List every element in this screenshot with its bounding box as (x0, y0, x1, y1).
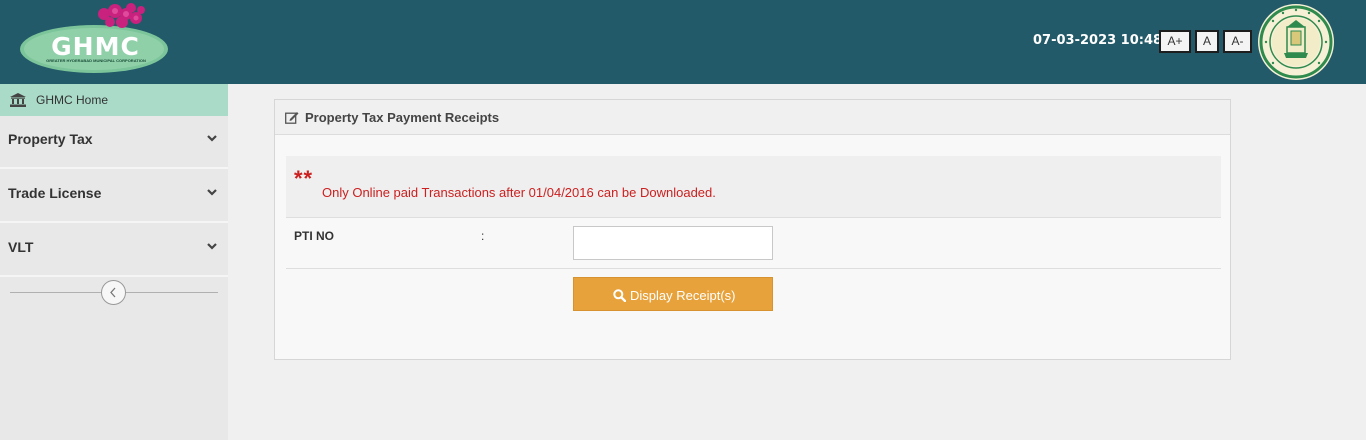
receipts-panel: Property Tax Payment Receipts ** Only On… (274, 99, 1231, 360)
chevron-left-icon (110, 287, 116, 298)
font-increase-button[interactable]: A+ (1159, 30, 1191, 53)
font-decrease-button[interactable]: A- (1223, 30, 1252, 53)
panel-header: Property Tax Payment Receipts (275, 100, 1230, 135)
pti-row: PTI NO : (286, 219, 1221, 269)
edit-icon (285, 111, 299, 124)
telangana-emblem (1257, 3, 1335, 81)
font-reset-button[interactable]: A (1195, 30, 1219, 53)
pti-label: PTI NO (294, 229, 335, 243)
display-receipts-button[interactable]: Display Receipt(s) (573, 277, 773, 311)
chevron-down-icon (206, 133, 218, 143)
sidebar-item-vlt[interactable]: VLT (0, 225, 228, 277)
required-stars: ** (294, 166, 314, 191)
sidebar-item-label: VLT (8, 239, 34, 255)
sidebar-item-property-tax[interactable]: Property Tax (0, 117, 228, 169)
sidebar-collapse-button[interactable] (101, 280, 126, 305)
chevron-down-icon (206, 241, 218, 251)
top-header: GHMC GREATER HYDERABAD MUNICIPAL CORPORA… (0, 0, 1366, 84)
sidebar-item-trade-license[interactable]: Trade License (0, 171, 228, 223)
logo-text: GHMC (51, 32, 140, 61)
bank-icon (10, 93, 26, 107)
sidebar-item-label: Property Tax (8, 131, 93, 147)
ghmc-logo[interactable]: GHMC GREATER HYDERABAD MUNICIPAL CORPORA… (18, 2, 173, 74)
download-notice: ** Only Online paid Transactions after 0… (286, 156, 1221, 218)
pti-number-input[interactable] (573, 226, 773, 260)
sidebar-item-home-label: GHMC Home (36, 93, 109, 107)
chevron-down-icon (206, 187, 218, 197)
page-title: Property Tax Payment Receipts (305, 110, 500, 125)
display-receipts-label: Display Receipt(s) (630, 288, 736, 303)
logo-subtitle: GREATER HYDERABAD MUNICIPAL CORPORATION (46, 58, 146, 63)
search-icon (613, 289, 626, 302)
sidebar-item-home[interactable]: GHMC Home (0, 84, 228, 116)
pti-colon: : (481, 229, 485, 243)
notice-text: Only Online paid Transactions after 01/0… (322, 185, 716, 200)
sidebar: GHMC Home Property Tax Trade License VLT (0, 84, 228, 440)
sidebar-item-label: Trade License (8, 185, 102, 201)
